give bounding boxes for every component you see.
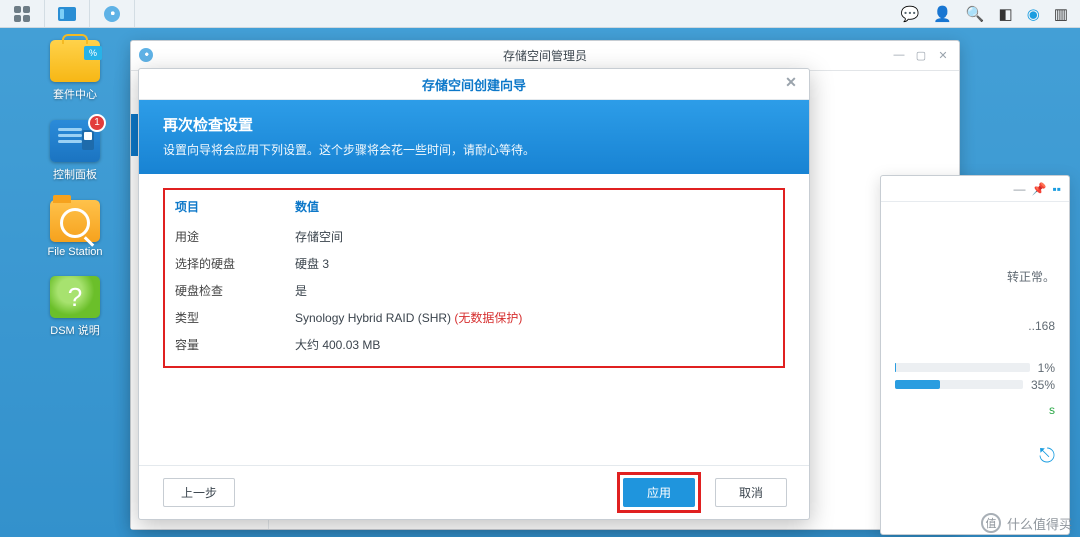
- pane-icon[interactable]: ▥: [1054, 5, 1068, 23]
- window-titlebar[interactable]: 存储空间管理员 — ▢ ✕: [131, 41, 959, 71]
- panel-icon: 1: [50, 120, 100, 162]
- modal-titlebar[interactable]: 存储空间创建向导 ✕: [139, 69, 809, 100]
- maximize-button[interactable]: ▢: [911, 41, 931, 69]
- wizard-subheading: 设置向导将会应用下列设置。这个步骤将会花一些时间，请耐心等待。: [163, 141, 785, 158]
- help-icon: ?: [50, 276, 100, 318]
- pin-icon[interactable]: 📌: [1032, 182, 1047, 196]
- desktop-icon-file-station[interactable]: File Station: [30, 200, 120, 258]
- taskbar-apps-button[interactable]: [0, 0, 45, 27]
- status-icon[interactable]: ◉: [1027, 5, 1040, 23]
- desktop-label: File Station: [47, 246, 102, 258]
- wizard-heading: 再次检查设置: [163, 114, 785, 135]
- close-button[interactable]: ✕: [933, 41, 953, 69]
- watermark-icon: 值: [981, 513, 1001, 533]
- minimize-button[interactable]: —: [1014, 182, 1026, 196]
- folder-icon: [50, 200, 100, 242]
- desktop-label: 套件中心: [53, 86, 97, 102]
- s-label: s: [895, 403, 1055, 417]
- apply-button-highlight: 应用: [617, 472, 701, 513]
- wizard-summary-table: 项目 数值 用途存储空间 选择的硬盘硬盘 3 硬盘检查是 类型 Synology…: [171, 192, 777, 358]
- desktop-icon-dsm-help[interactable]: ? DSM 说明: [30, 276, 120, 338]
- watermark: 值 什么值得买: [981, 513, 1072, 533]
- close-icon[interactable]: ✕: [781, 74, 801, 91]
- ip-text: ..168: [895, 319, 1055, 333]
- col-value: 数值: [291, 192, 777, 223]
- expand-icon[interactable]: ▪▪: [1052, 182, 1061, 196]
- bar-percent: 35%: [1031, 378, 1055, 392]
- table-row: 用途存储空间: [171, 223, 777, 250]
- desktop-icon-control-panel[interactable]: 1 控制面板: [30, 120, 120, 182]
- desktop-label: DSM 说明: [50, 322, 100, 338]
- bag-icon: %: [50, 40, 100, 82]
- status-text: 转正常。: [895, 268, 1055, 285]
- user-icon[interactable]: 👤: [933, 5, 952, 23]
- taskbar-app-button-2[interactable]: [90, 0, 135, 27]
- wizard-summary-highlight: 项目 数值 用途存储空间 选择的硬盘硬盘 3 硬盘检查是 类型 Synology…: [163, 188, 785, 368]
- modal-title: 存储空间创建向导: [422, 75, 526, 94]
- wizard-banner: 再次检查设置 设置向导将会应用下列设置。这个步骤将会花一些时间，请耐心等待。: [139, 100, 809, 174]
- volume-create-wizard: 存储空间创建向导 ✕ 再次检查设置 设置向导将会应用下列设置。这个步骤将会花一些…: [138, 68, 810, 520]
- apply-button[interactable]: 应用: [623, 478, 695, 507]
- back-button[interactable]: 上一步: [163, 478, 235, 507]
- table-row: 硬盘检查是: [171, 277, 777, 304]
- table-row: 容量大约 400.03 MB: [171, 331, 777, 358]
- chat-icon[interactable]: 💬: [900, 5, 919, 23]
- table-row: 类型 Synology Hybrid RAID (SHR) (无数据保护): [171, 304, 777, 331]
- warn-text: (无数据保护): [454, 311, 522, 325]
- badge: 1: [88, 114, 106, 132]
- table-row: 选择的硬盘硬盘 3: [171, 250, 777, 277]
- col-attr: 项目: [171, 192, 291, 223]
- cancel-button[interactable]: 取消: [715, 478, 787, 507]
- desktop-icon-package-center[interactable]: % 套件中心: [30, 40, 120, 102]
- decor-icon: ⎋: [895, 445, 1055, 468]
- desktop: % 套件中心 1 控制面板 File Station ? DSM 说明: [30, 40, 120, 338]
- taskbar: 💬 👤 🔍 ◧ ◉ ▥: [0, 0, 1080, 28]
- taskbar-app-button-1[interactable]: [45, 0, 90, 27]
- window-title: 存储空间管理员: [503, 47, 587, 64]
- wizard-footer: 上一步 应用 取消: [139, 465, 809, 519]
- bar-percent: 1%: [1038, 361, 1055, 375]
- search-icon[interactable]: 🔍: [966, 5, 985, 23]
- overview-window: — 📌 ▪▪ 转正常。 ..168 1% 35% s ⎋: [880, 175, 1070, 535]
- widgets-icon[interactable]: ◧: [999, 5, 1013, 23]
- desktop-label: 控制面板: [53, 166, 97, 182]
- minimize-button[interactable]: —: [889, 41, 909, 69]
